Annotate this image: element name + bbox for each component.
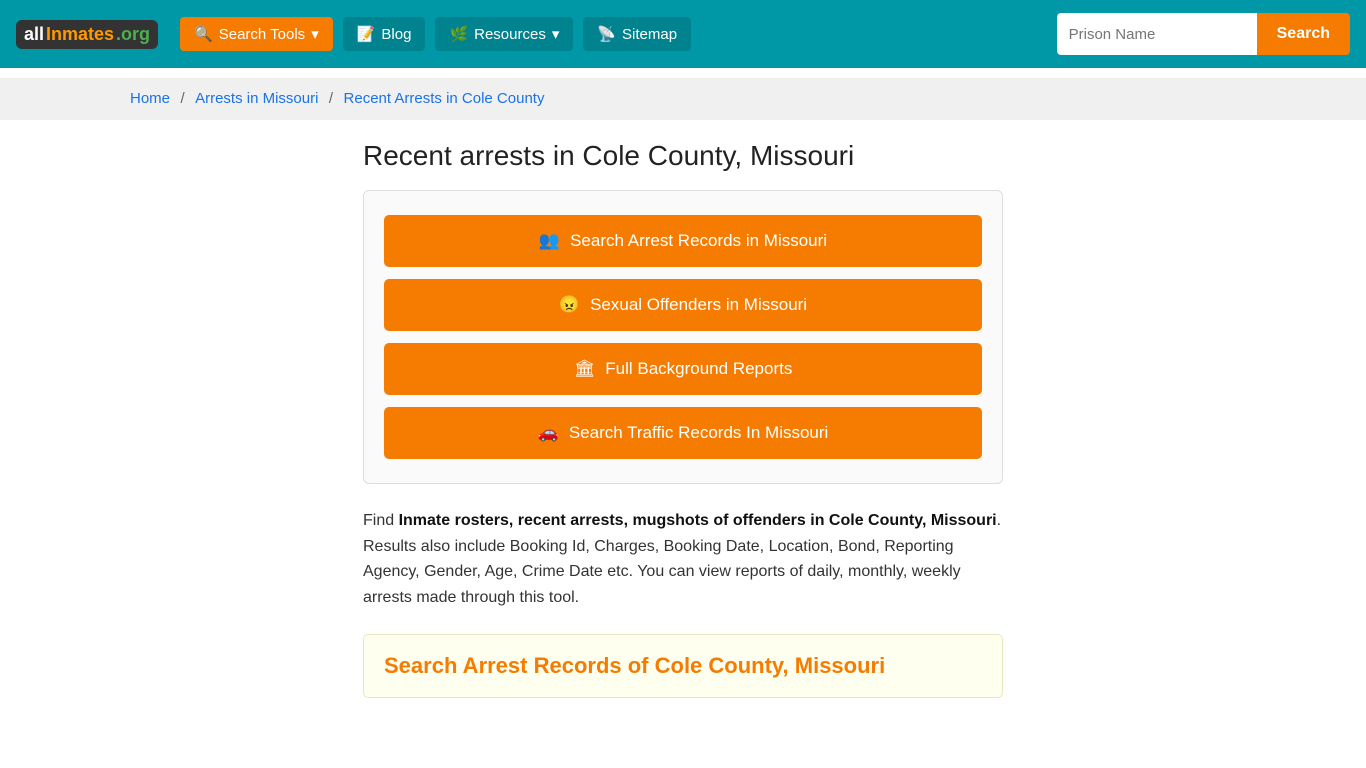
resources-label: Resources [474, 26, 546, 43]
main-content: Recent arrests in Cole County, Missouri … [233, 120, 1133, 718]
sitemap-button[interactable]: 📡 Sitemap [583, 17, 691, 51]
traffic-records-label: Search Traffic Records In Missouri [569, 423, 829, 443]
search-arrest-records-button[interactable]: 👥 Search Arrest Records in Missouri [384, 215, 982, 267]
search-section-title: Search Arrest Records of Cole County, Mi… [384, 653, 982, 679]
arrest-records-icon: 👥 [539, 231, 560, 251]
background-reports-icon: 🏛 [574, 359, 596, 379]
resources-icon: 🌿 [449, 25, 468, 43]
sitemap-label: Sitemap [622, 26, 677, 43]
sitemap-icon: 📡 [597, 25, 616, 43]
background-reports-button[interactable]: 🏛 Full Background Reports [384, 343, 982, 395]
search-tools-dropdown-icon: ▾ [311, 25, 319, 43]
logo-all: all [24, 24, 44, 45]
resources-dropdown-icon: ▾ [552, 25, 560, 43]
logo-org: .org [116, 24, 150, 45]
breadcrumb: Home / Arrests in Missouri / Recent Arre… [0, 78, 1366, 120]
search-tools-label: Search Tools [219, 26, 305, 43]
breadcrumb-arrests-missouri[interactable]: Arrests in Missouri [195, 90, 318, 107]
page-title: Recent arrests in Cole County, Missouri [363, 140, 1003, 172]
blog-label: Blog [381, 26, 411, 43]
logo[interactable]: all Inmates .org [16, 20, 158, 49]
arrest-records-label: Search Arrest Records in Missouri [570, 231, 827, 251]
breadcrumb-sep-2: / [329, 90, 333, 107]
breadcrumb-home[interactable]: Home [130, 90, 170, 107]
breadcrumb-sep-1: / [180, 90, 184, 107]
background-reports-label: Full Background Reports [605, 359, 792, 379]
search-tools-icon: 🔍 [194, 25, 213, 43]
sexual-offenders-label: Sexual Offenders in Missouri [590, 295, 807, 315]
action-button-panel: 👥 Search Arrest Records in Missouri 😠 Se… [363, 190, 1003, 484]
resources-button[interactable]: 🌿 Resources ▾ [435, 17, 573, 51]
breadcrumb-current: Recent Arrests in Cole County [344, 90, 545, 107]
description-bold: Inmate rosters, recent arrests, mugshots… [399, 512, 997, 529]
traffic-records-icon: 🚗 [538, 423, 559, 443]
search-tools-button[interactable]: 🔍 Search Tools ▾ [180, 17, 333, 51]
nav-search-form: Search [1057, 13, 1350, 55]
traffic-records-button[interactable]: 🚗 Search Traffic Records In Missouri [384, 407, 982, 459]
description-prefix: Find [363, 512, 399, 529]
search-button-label: Search [1277, 25, 1330, 42]
prison-search-input[interactable] [1057, 13, 1257, 55]
blog-icon: 📝 [357, 25, 376, 43]
search-section: Search Arrest Records of Cole County, Mi… [363, 634, 1003, 698]
sexual-offenders-icon: 😠 [559, 295, 580, 315]
logo-inmates: Inmates [46, 24, 114, 45]
navbar: all Inmates .org 🔍 Search Tools ▾ 📝 Blog… [0, 0, 1366, 68]
description-paragraph: Find Inmate rosters, recent arrests, mug… [363, 508, 1003, 610]
prison-search-button[interactable]: Search [1257, 13, 1350, 55]
sexual-offenders-button[interactable]: 😠 Sexual Offenders in Missouri [384, 279, 982, 331]
blog-button[interactable]: 📝 Blog [343, 17, 426, 51]
